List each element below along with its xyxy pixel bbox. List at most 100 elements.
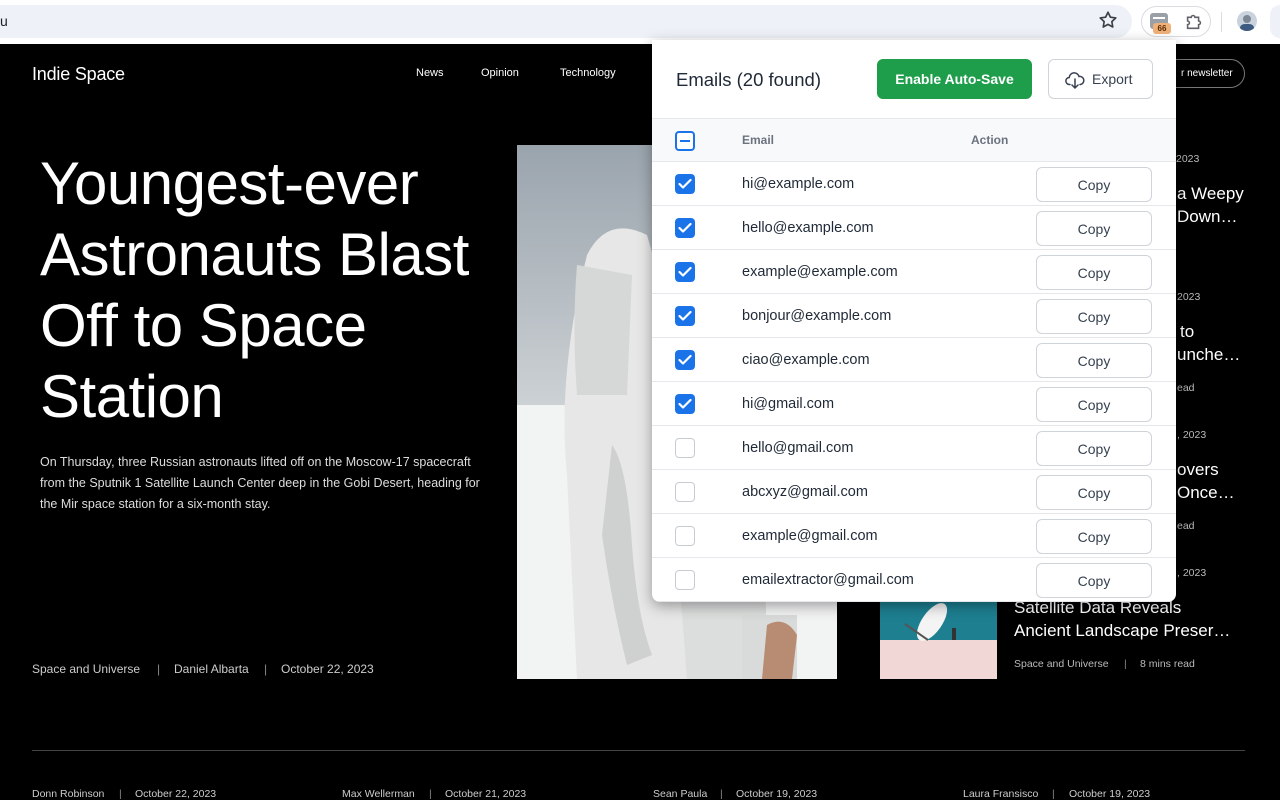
table-row: bonjour@example.com Copy	[652, 294, 1176, 338]
copy-button[interactable]: Copy	[1036, 431, 1152, 466]
copy-button[interactable]: Copy	[1036, 475, 1152, 510]
email-address: emailextractor@gmail.com	[742, 572, 914, 588]
table-row: hello@gmail.com Copy	[652, 426, 1176, 470]
check-icon	[678, 310, 692, 321]
address-text: u	[0, 13, 8, 29]
meta-separator: |	[429, 788, 432, 800]
enable-auto-save-button[interactable]: Enable Auto-Save	[877, 59, 1032, 99]
email-address: example@example.com	[742, 264, 898, 280]
row-checkbox[interactable]	[675, 394, 695, 414]
footer-author[interactable]: Donn Robinson	[32, 788, 104, 800]
article-headline[interactable]: Youngest-ever Astronauts Blast Off to Sp…	[40, 148, 500, 432]
copy-button[interactable]: Copy	[1036, 387, 1152, 422]
footer-divider	[32, 750, 1245, 751]
check-icon	[678, 266, 692, 277]
export-button[interactable]: Export	[1048, 59, 1153, 99]
copy-button[interactable]: Copy	[1036, 255, 1152, 290]
side-date: 2023	[1176, 153, 1200, 165]
satellite-dish-illustration	[880, 603, 997, 679]
article-lede: On Thursday, three Russian astronauts li…	[40, 455, 480, 511]
toolbar-divider	[1221, 12, 1222, 32]
table-row: hello@example.com Copy	[652, 206, 1176, 250]
newsletter-label: r newsletter	[1181, 68, 1233, 79]
side-title[interactable]: Once…	[1177, 481, 1235, 504]
table-row: example@gmail.com Copy	[652, 514, 1176, 558]
side-thumbnail[interactable]	[880, 600, 997, 679]
row-checkbox[interactable]	[675, 570, 695, 590]
check-icon	[678, 398, 692, 409]
table-row: hi@gmail.com Copy	[652, 382, 1176, 426]
email-address: example@gmail.com	[742, 528, 878, 544]
row-checkbox[interactable]	[675, 482, 695, 502]
side-date: 2023	[1177, 291, 1201, 303]
article-author[interactable]: Daniel Albarta	[174, 662, 249, 676]
check-icon	[678, 222, 692, 233]
meta-separator: |	[157, 662, 161, 676]
popup-title: Emails (20 found)	[676, 69, 821, 90]
email-address: ciao@example.com	[742, 352, 870, 368]
footer-date: October 19, 2023	[736, 788, 818, 800]
email-address: hello@example.com	[742, 220, 874, 236]
footer-author[interactable]: Sean Paula	[653, 788, 707, 800]
meta-separator: |	[1052, 788, 1055, 800]
row-checkbox[interactable]	[675, 174, 695, 194]
copy-button[interactable]: Copy	[1036, 343, 1152, 378]
row-checkbox[interactable]	[675, 526, 695, 546]
row-checkbox[interactable]	[675, 438, 695, 458]
row-checkbox[interactable]	[675, 262, 695, 282]
row-checkbox[interactable]	[675, 306, 695, 326]
meta-separator: |	[720, 788, 723, 800]
email-address: bonjour@example.com	[742, 308, 892, 324]
copy-button[interactable]: Copy	[1036, 211, 1152, 246]
meta-separator: |	[264, 662, 268, 676]
nav-opinion[interactable]: Opinion	[481, 67, 519, 79]
article-date: October 22, 2023	[281, 662, 374, 676]
side-read-time: 8 mins read	[1140, 658, 1195, 670]
nav-technology[interactable]: Technology	[560, 67, 616, 79]
copy-button[interactable]: Copy	[1036, 167, 1152, 202]
side-title[interactable]: a Weepy	[1177, 182, 1244, 205]
table-header: Email Action	[652, 118, 1176, 162]
email-address: abcxyz@gmail.com	[742, 484, 868, 500]
copy-button[interactable]: Copy	[1036, 299, 1152, 334]
copy-button[interactable]: Copy	[1036, 563, 1152, 598]
email-address: hi@example.com	[742, 176, 855, 192]
puzzle-icon[interactable]	[1183, 10, 1205, 32]
star-icon[interactable]	[1097, 9, 1119, 31]
email-extractor-popup: Emails (20 found) Enable Auto-Save Expor…	[652, 40, 1176, 602]
select-all-checkbox[interactable]	[675, 131, 695, 151]
copy-button[interactable]: Copy	[1036, 519, 1152, 554]
nav-news[interactable]: News	[416, 67, 444, 79]
email-address: hello@gmail.com	[742, 440, 854, 456]
export-label: Export	[1092, 71, 1133, 87]
side-date: , 2023	[1177, 429, 1207, 441]
address-bar[interactable]: u	[0, 5, 1132, 38]
row-checkbox[interactable]	[675, 218, 695, 238]
footer-date: October 21, 2023	[445, 788, 527, 800]
footer-author[interactable]: Max Wellerman	[342, 788, 415, 800]
extension-badge: 66	[1153, 23, 1171, 34]
check-icon	[678, 178, 692, 189]
side-title[interactable]: to	[1180, 320, 1194, 343]
side-category[interactable]: Space and Universe	[1014, 658, 1109, 670]
article-category[interactable]: Space and Universe	[32, 662, 140, 676]
footer-date: October 19, 2023	[1069, 788, 1151, 800]
side-title[interactable]: Down…	[1177, 205, 1237, 228]
side-title[interactable]: overs	[1177, 458, 1219, 481]
side-meta: ead	[1177, 520, 1195, 532]
toolbar-edge	[1270, 5, 1280, 38]
row-checkbox[interactable]	[675, 350, 695, 370]
side-date: , 2023	[1177, 567, 1207, 579]
table-row: abcxyz@gmail.com Copy	[652, 470, 1176, 514]
avatar[interactable]	[1237, 11, 1257, 31]
site-logo[interactable]: Indie Space	[32, 64, 125, 85]
footer-date: October 22, 2023	[135, 788, 217, 800]
side-title[interactable]: Ancient Landscape Preser…	[1014, 619, 1230, 642]
cloud-download-icon	[1065, 72, 1085, 89]
table-row: ciao@example.com Copy	[652, 338, 1176, 382]
table-row: hi@example.com Copy	[652, 162, 1176, 206]
footer-author[interactable]: Laura Fransisco	[963, 788, 1038, 800]
meta-separator: |	[119, 788, 122, 800]
side-title[interactable]: unche…	[1177, 343, 1240, 366]
side-meta: ead	[1177, 382, 1195, 394]
